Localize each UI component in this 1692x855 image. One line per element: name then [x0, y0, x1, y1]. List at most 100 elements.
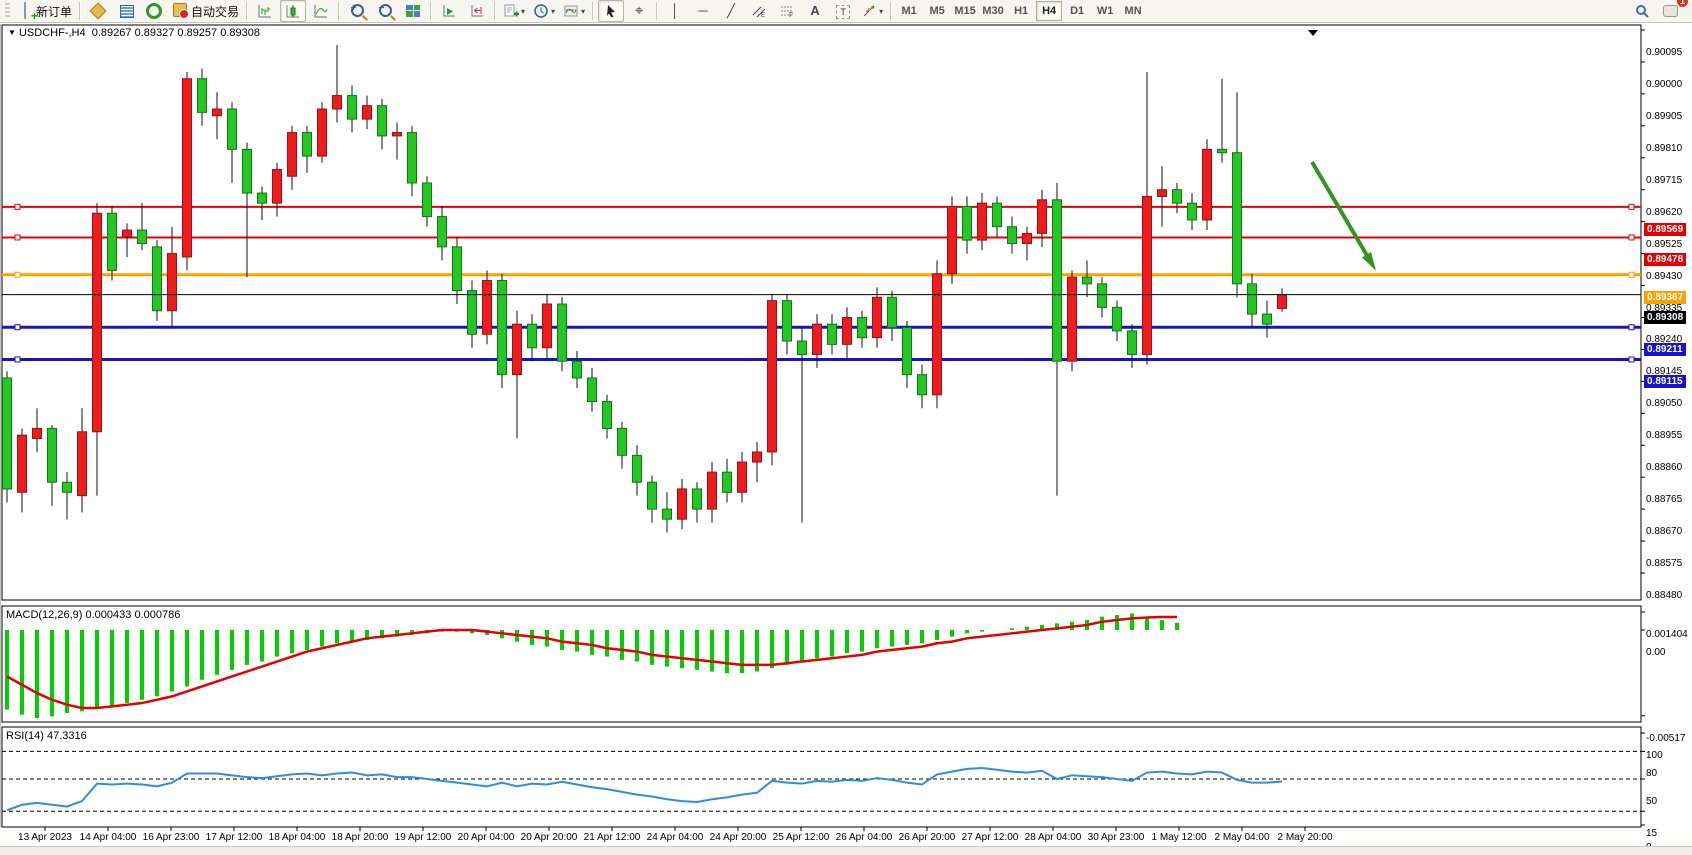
timeframe-m30-button[interactable]: M30 [980, 1, 1006, 21]
toolbar-right-group: 1 [1628, 0, 1684, 22]
crosshair-tool-button[interactable]: ⌖ [626, 0, 652, 22]
price-tick-label: 0.88575 [1646, 558, 1682, 569]
timeframe-h1-button[interactable]: H1 [1008, 1, 1034, 21]
ohlc-high: 0.89327 [135, 27, 175, 39]
fibonacci-tool-button[interactable]: F [774, 0, 800, 22]
new-order-button[interactable]: 新订单 [14, 0, 75, 22]
timeframe-w1-button[interactable]: W1 [1092, 1, 1118, 21]
horizontal-line-tool-button[interactable]: ─ [690, 0, 716, 22]
periods-dropdown-icon[interactable]: ▾ [551, 7, 555, 16]
chart-shift-icon [469, 3, 485, 19]
toolbar-separator [246, 2, 248, 20]
date-tick-label: 21 Apr 12:00 [584, 832, 641, 843]
auto-scroll-button[interactable] [436, 0, 462, 22]
date-tick-label: 16 Apr 23:00 [143, 832, 200, 843]
search-icon [1634, 3, 1650, 19]
macd-tick-label: -0.00517 [1646, 733, 1685, 744]
indicators-list-dropdown-icon[interactable]: ▾ [521, 7, 525, 16]
date-tick-label: 14 Apr 04:00 [80, 832, 137, 843]
svg-text:E: E [761, 13, 765, 19]
timeframe-mn-button[interactable]: MN [1120, 1, 1146, 21]
date-tick-label: 25 Apr 12:00 [773, 832, 830, 843]
rsi-tick-label: 50 [1646, 796, 1657, 807]
auto-trading-button[interactable]: 自动交易 [169, 0, 242, 22]
rsi-panel [2, 751, 1641, 811]
equidistant-channel-tool-icon: E [751, 3, 767, 19]
chart-symbol-period: USDCHF-,H4 [19, 27, 86, 39]
price-tick-label: 0.89715 [1646, 175, 1682, 186]
arrows-tool-icon [861, 3, 877, 19]
date-tick-label: 24 Apr 04:00 [647, 832, 704, 843]
text-label-tool-icon: T [835, 3, 851, 19]
date-tick-label: 2 May 20:00 [1277, 832, 1332, 843]
price-tag-resistance-1: 0.89569 [1644, 223, 1686, 236]
macd-indicator-label: MACD(12,26,9) 0.000433 0.000786 [6, 609, 180, 621]
price-tick-label: 0.89145 [1646, 366, 1682, 377]
templates-button[interactable]: ▾ [560, 0, 588, 22]
timeframe-d1-button[interactable]: D1 [1064, 1, 1090, 21]
chart-window[interactable]: ▼ USDCHF-,H4 0.89267 0.89327 0.89257 0.8… [0, 23, 1692, 848]
zoom-in-button[interactable]: + [344, 0, 370, 22]
rsi-tick-label: 80 [1646, 768, 1657, 779]
chart-title-collapse-icon[interactable]: ▼ [8, 28, 16, 37]
date-tick-label: 18 Apr 04:00 [269, 832, 326, 843]
date-tick-label: 28 Apr 04:00 [1025, 832, 1082, 843]
hline-resistance-2[interactable] [2, 235, 1641, 240]
date-tick-label: 26 Apr 20:00 [899, 832, 956, 843]
new-order-label: 新订单 [36, 3, 72, 20]
price-tick-label: 0.89050 [1646, 398, 1682, 409]
arrows-tool-dropdown-icon[interactable]: ▾ [879, 7, 883, 16]
data-window-button[interactable] [113, 0, 139, 22]
chart-shift-button[interactable] [464, 0, 490, 22]
templates-dropdown-icon[interactable]: ▾ [581, 7, 585, 16]
price-tick-label: 0.89430 [1646, 271, 1682, 282]
zoom-in-icon: + [349, 3, 365, 19]
auto-trading-label: 自动交易 [191, 3, 239, 20]
bar-chart-mode-button[interactable] [252, 0, 278, 22]
market-watch-button[interactable] [85, 0, 111, 22]
line-chart-mode-button[interactable] [308, 0, 334, 22]
hline-support-2[interactable] [2, 357, 1641, 362]
zoom-out-button[interactable]: − [372, 0, 398, 22]
new-order-icon [17, 3, 33, 19]
svg-text:F: F [789, 12, 793, 19]
hline-resistance-1[interactable] [2, 204, 1641, 209]
tile-windows-button[interactable] [400, 0, 426, 22]
date-tick-label: 19 Apr 12:00 [395, 832, 452, 843]
indicators-list-button[interactable]: ▾ [500, 0, 528, 22]
search-button[interactable] [1629, 0, 1655, 22]
hline-pivot-orange[interactable] [2, 272, 1641, 277]
arrows-tool-button[interactable]: ▾ [858, 0, 886, 22]
price-tag-resistance-2: 0.89478 [1644, 253, 1686, 266]
equidistant-channel-tool-button[interactable]: E [746, 0, 772, 22]
toolbar-grip [5, 3, 10, 19]
macd-tick-label: 0.00 [1646, 647, 1665, 658]
vertical-line-tool-button[interactable]: │ [662, 0, 688, 22]
signals-button[interactable] [141, 0, 167, 22]
community-chat-badge: 1 [1677, 0, 1688, 7]
price-tick-label: 0.90000 [1646, 79, 1682, 90]
macd-signal-value: 0.000786 [134, 609, 180, 621]
periods-button[interactable]: ▾ [530, 0, 558, 22]
text-tool-button[interactable]: A [802, 0, 828, 22]
text-label-tool-button[interactable]: T [830, 0, 856, 22]
trendline-tool-button[interactable]: ╱ [718, 0, 744, 22]
sell-signal-arrow[interactable] [1312, 162, 1376, 271]
community-chat-button[interactable]: 1 [1657, 0, 1683, 22]
toolbar-separator [79, 2, 81, 20]
rsi-value: 47.3316 [47, 730, 87, 742]
date-tick-label: 20 Apr 04:00 [458, 832, 515, 843]
candlestick-mode-button[interactable] [280, 0, 306, 22]
chart-canvas[interactable] [0, 23, 1692, 848]
templates-icon [563, 3, 579, 19]
timeframe-h4-button[interactable]: H4 [1036, 1, 1062, 21]
date-tick-label: 30 Apr 23:00 [1088, 832, 1145, 843]
timeframe-m5-button[interactable]: M5 [924, 1, 950, 21]
date-tick-label: 26 Apr 04:00 [836, 832, 893, 843]
timeframe-m1-button[interactable]: M1 [896, 1, 922, 21]
toolbar-separator [430, 2, 432, 20]
chart-shift-marker[interactable] [1308, 30, 1318, 36]
timeframe-m15-button[interactable]: M15 [952, 1, 978, 21]
cursor-tool-button[interactable] [598, 0, 624, 22]
date-tick-label: 2 May 04:00 [1214, 832, 1269, 843]
